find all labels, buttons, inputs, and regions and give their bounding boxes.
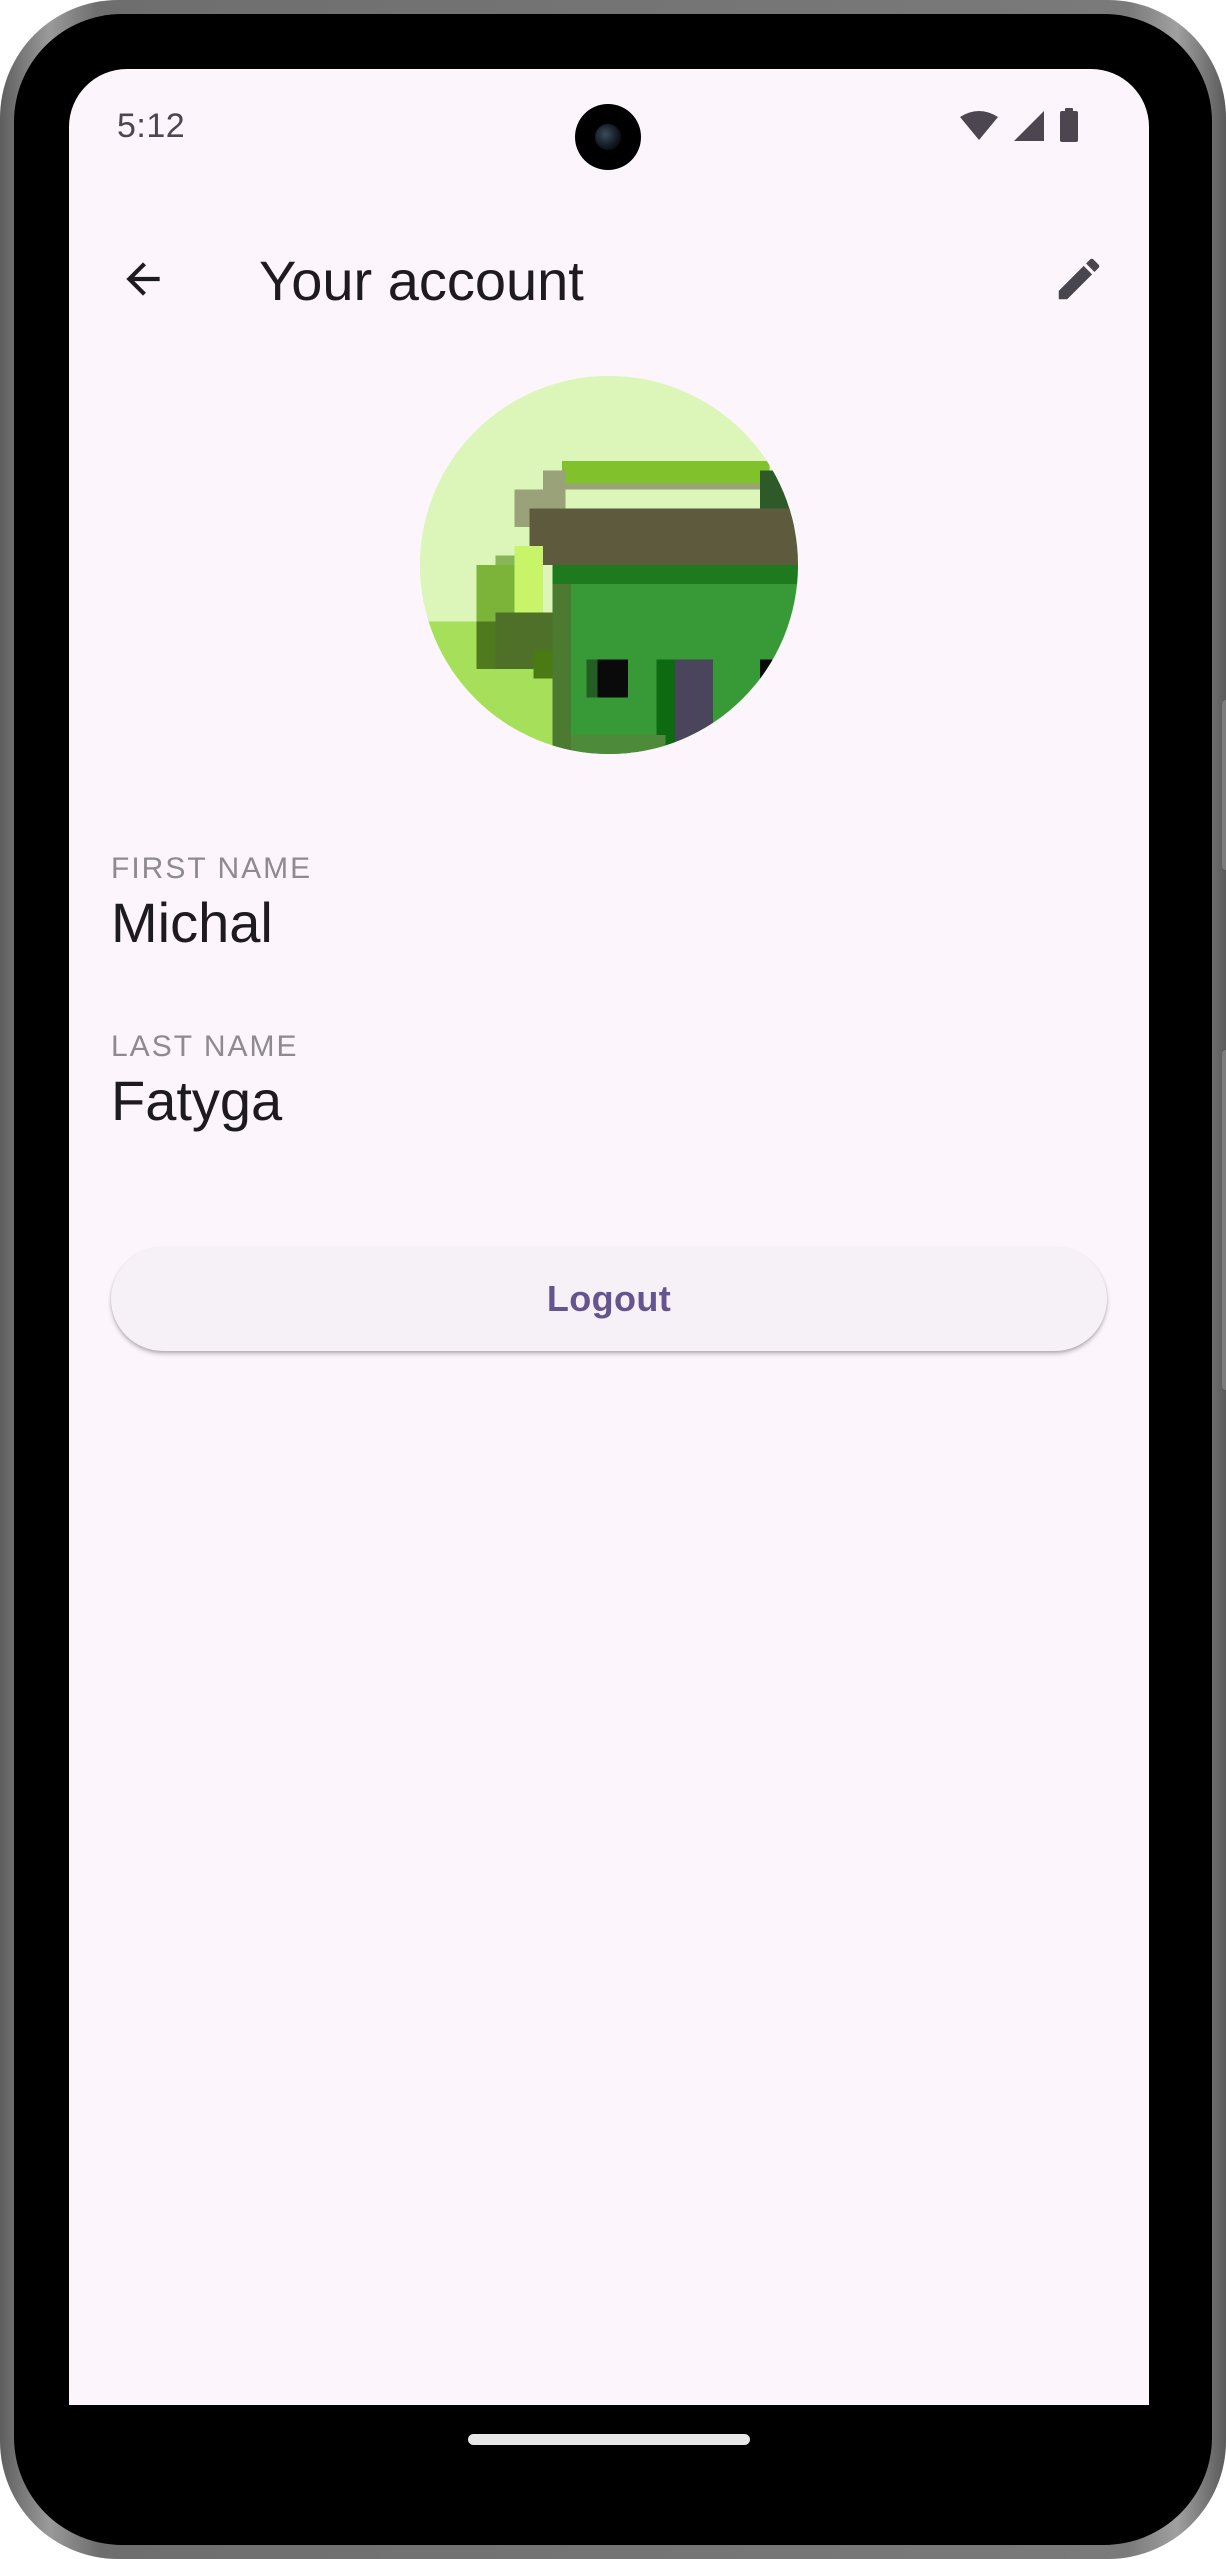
page-title: Your account [259, 249, 584, 312]
logout-label: Logout [546, 1278, 672, 1319]
pixel-art-avatar-image [420, 376, 798, 754]
top-app-bar: Your account [69, 221, 1149, 341]
last-name-label: LAST NAME [111, 1030, 299, 1063]
arrow-back-icon [118, 254, 168, 309]
camera-lens [595, 124, 621, 150]
first-name-label: FIRST NAME [111, 852, 313, 885]
back-button[interactable] [103, 241, 183, 321]
app-screen: 5:12 Your account FIRST NAME Michal LAST… [69, 69, 1149, 2405]
edit-pencil-icon [1052, 252, 1106, 311]
volume-button [1222, 1050, 1226, 1390]
status-time: 5:12 [117, 107, 186, 145]
front-camera [575, 104, 641, 170]
navigation-bar [69, 2405, 1149, 2505]
first-name-field: FIRST NAME Michal [111, 851, 312, 955]
first-name-value: Michal [111, 891, 273, 954]
gesture-handle[interactable] [468, 2434, 750, 2445]
status-bar: 5:12 [69, 69, 1149, 189]
last-name-value: Fatyga [111, 1069, 283, 1132]
logout-button[interactable]: Logout [111, 1247, 1107, 1351]
power-button [1222, 700, 1226, 870]
avatar[interactable] [420, 376, 798, 754]
last-name-field: LAST NAME Fatyga [111, 1029, 299, 1133]
status-icons [959, 108, 1079, 147]
cellular-signal-icon [1013, 110, 1045, 147]
edit-button[interactable] [1039, 241, 1119, 321]
wifi-icon [959, 110, 999, 147]
battery-icon [1059, 108, 1079, 147]
